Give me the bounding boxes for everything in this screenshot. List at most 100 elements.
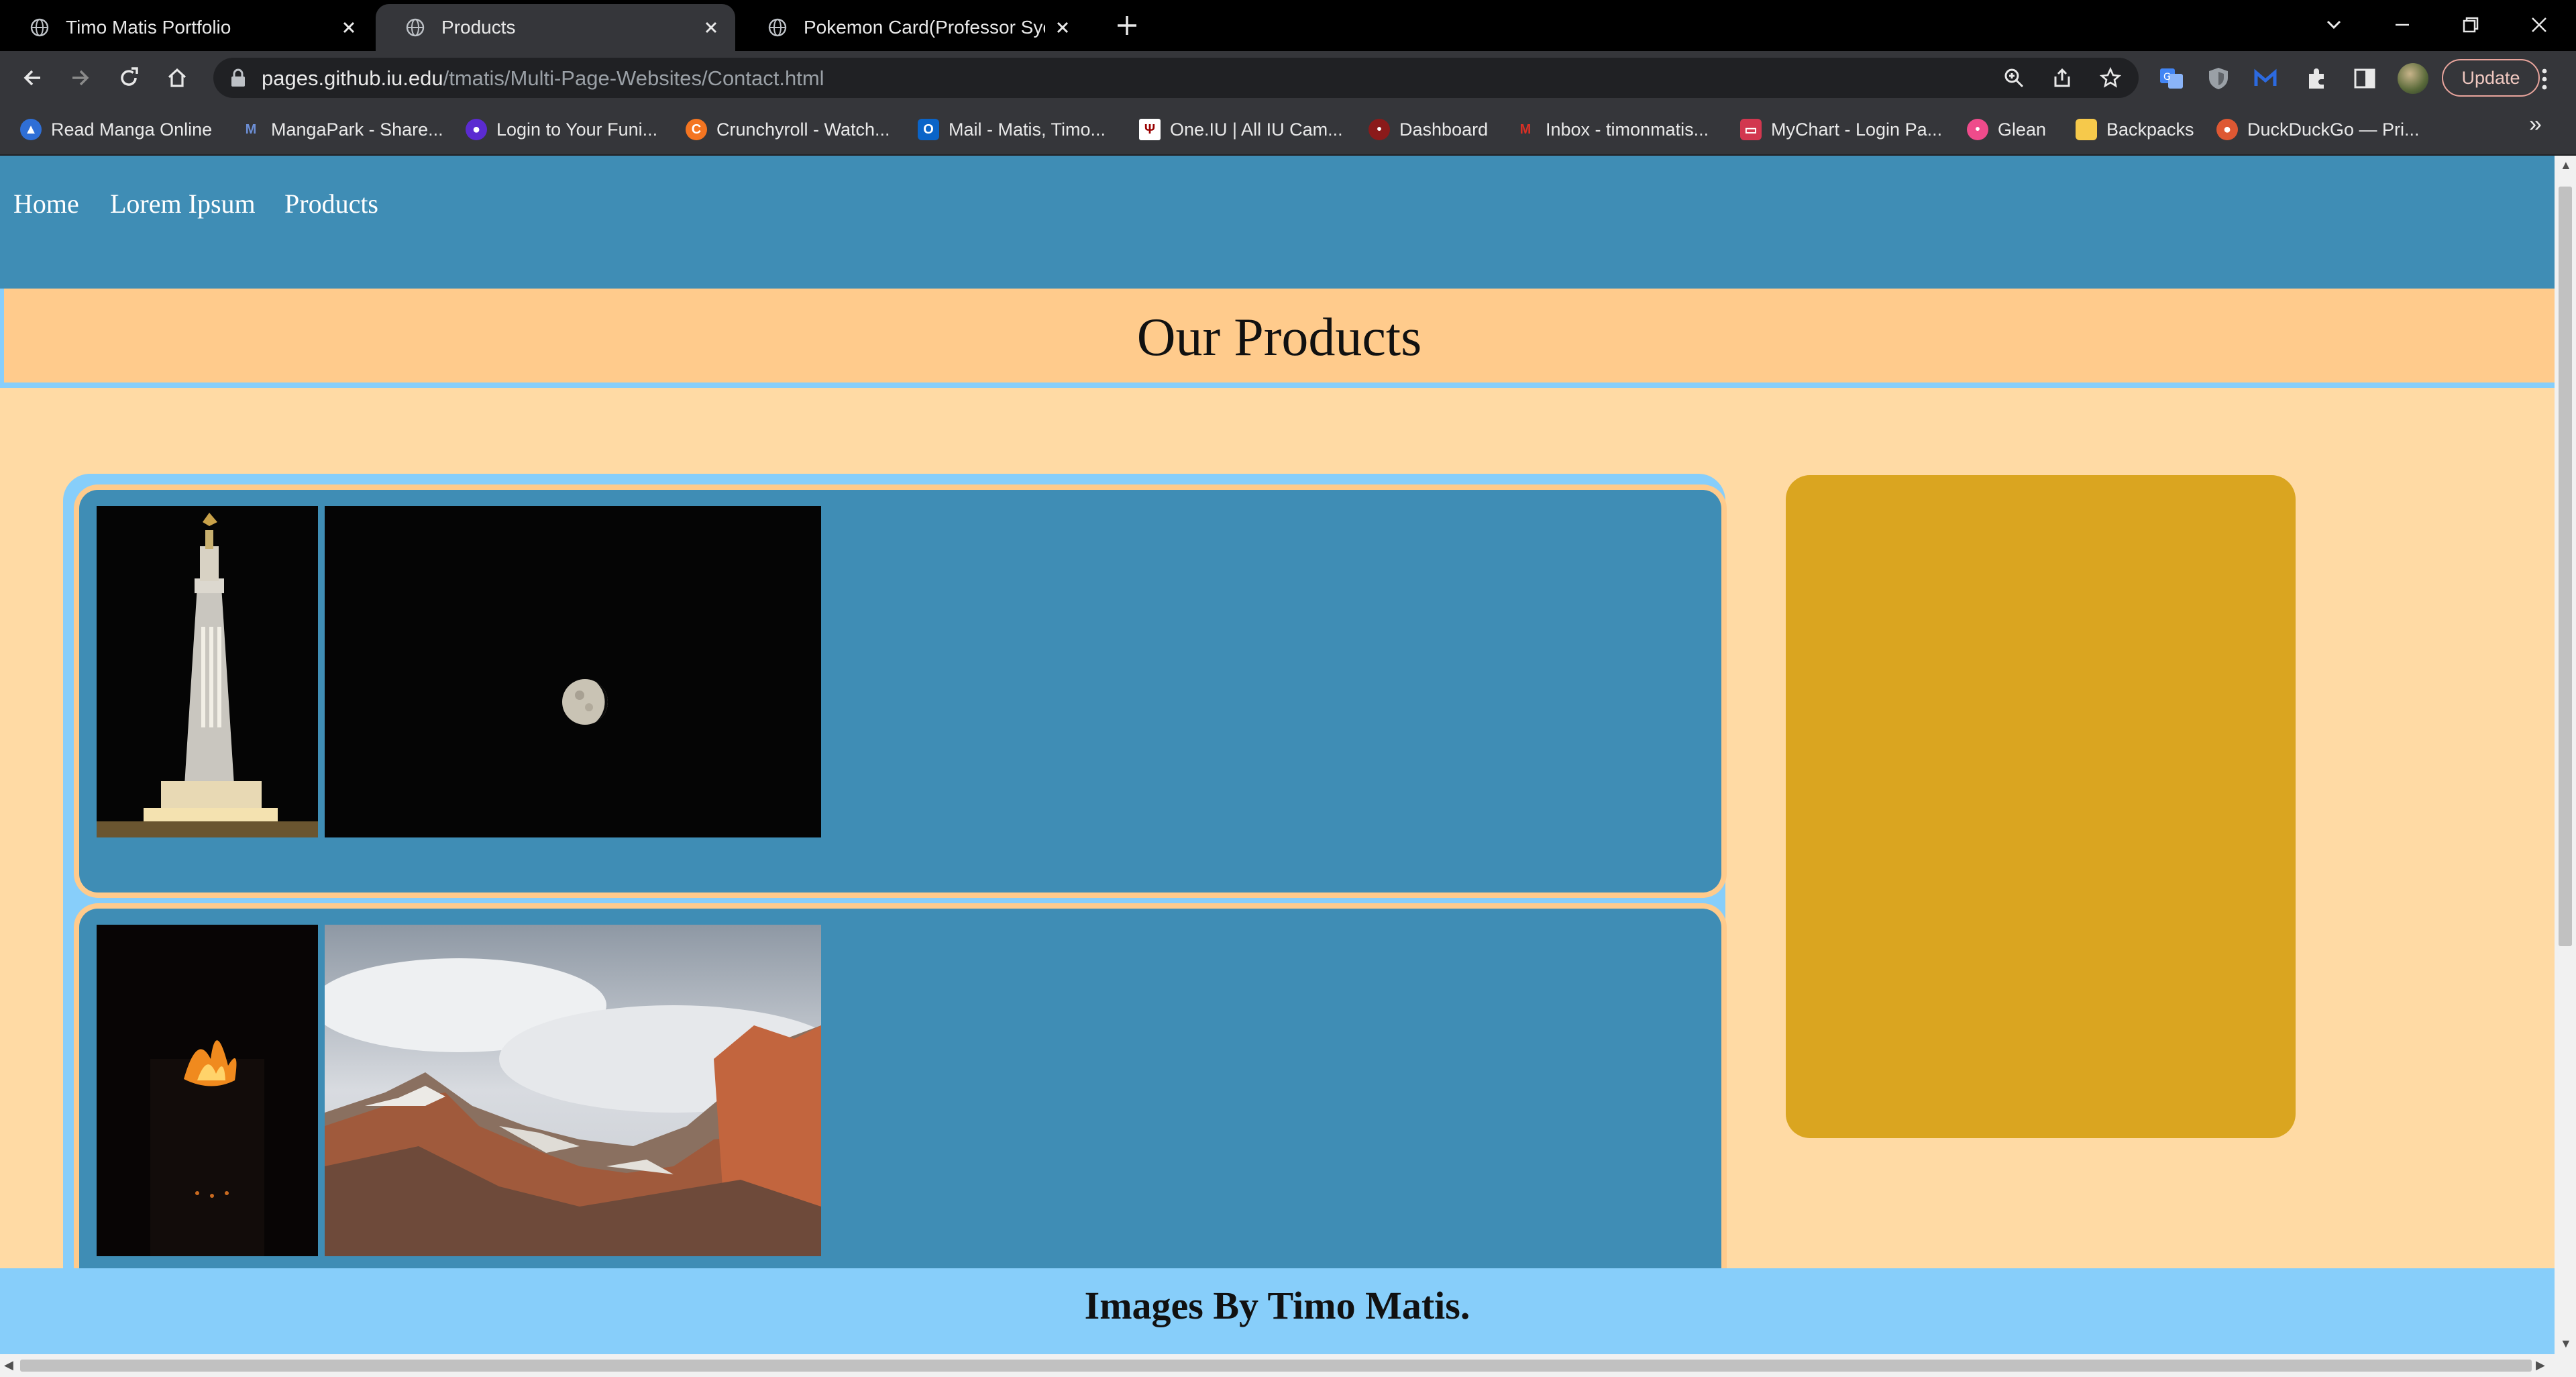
footer-credit: Images By Timo Matis.: [1084, 1284, 1470, 1327]
tab-title: Timo Matis Portfolio: [66, 17, 231, 38]
page-title: Our Products: [1136, 308, 1422, 367]
product-card: [79, 909, 1721, 1311]
tab-products[interactable]: Products: [376, 4, 735, 51]
close-icon[interactable]: [339, 18, 358, 37]
scroll-right-icon[interactable]: ▶: [2536, 1358, 2545, 1372]
vertical-scroll-thumb[interactable]: [2559, 187, 2572, 946]
site-navbar: Home Lorem Ipsum Products: [0, 156, 2555, 289]
folder-icon: [2076, 119, 2097, 140]
bookmark-label: Read Manga Online: [51, 119, 213, 140]
extensions-puzzle-icon[interactable]: [2304, 66, 2329, 91]
back-icon[interactable]: [16, 62, 48, 94]
bookmark-label: Inbox - timonmatis...: [1546, 119, 1709, 140]
bookmarks-overflow-icon[interactable]: »: [2529, 111, 2542, 138]
scroll-left-icon[interactable]: ◀: [4, 1358, 13, 1372]
campfire-photo[interactable]: [97, 925, 318, 1256]
home-icon[interactable]: [161, 62, 193, 94]
side-panel-icon[interactable]: [2352, 66, 2377, 91]
address-bar[interactable]: pages.github.iu.edu/tmatis/Multi-Page-We…: [213, 58, 2139, 98]
gmail-icon: M: [1519, 121, 1532, 137]
shield-extension-icon[interactable]: [2206, 66, 2231, 91]
page-viewport: Home Lorem Ipsum Products Our Products I…: [0, 156, 2555, 1354]
bookmark-read-manga[interactable]: ▲ Read Manga Online: [20, 114, 212, 145]
bookmark-label: Crunchyroll - Watch...: [716, 119, 890, 140]
minimize-icon[interactable]: [2385, 8, 2419, 42]
svg-text:G: G: [2163, 72, 2171, 83]
bookmark-label: MyChart - Login Pa...: [1771, 119, 1943, 140]
tab-search-icon[interactable]: [2317, 8, 2351, 42]
page-heading-band: Our Products: [0, 289, 2555, 388]
nav-link-products[interactable]: Products: [284, 188, 378, 219]
scroll-down-icon[interactable]: ▼: [2560, 1337, 2572, 1351]
tab-title: Products: [441, 17, 516, 38]
bookmark-label: Mail - Matis, Timo...: [949, 119, 1106, 140]
moon-photo[interactable]: [325, 506, 821, 837]
bookmark-gmail[interactable]: M Inbox - timonmatis...: [1515, 114, 1709, 145]
bookmark-label: MangaPark - Share...: [271, 119, 443, 140]
products-container: [63, 474, 1725, 1354]
product-card: [79, 490, 1721, 892]
bookmark-mychart[interactable]: ▭ MyChart - Login Pa...: [1740, 114, 1942, 145]
url-host: pages.github.iu.edu: [262, 66, 443, 90]
mychart-icon: ▭: [1740, 119, 1762, 140]
crunchyroll-icon: C: [686, 119, 707, 140]
site-footer: Images By Timo Matis.: [0, 1268, 2555, 1354]
browser-toolbar: pages.github.iu.edu/tmatis/Multi-Page-We…: [0, 51, 2576, 105]
funimation-icon: ●: [466, 119, 487, 140]
close-icon[interactable]: [1053, 18, 1072, 37]
new-tab-icon[interactable]: [1114, 12, 1140, 39]
manga-icon: ▲: [20, 119, 42, 140]
vertical-scrollbar[interactable]: ▲ ▼: [2555, 156, 2576, 1354]
bookmark-label: Login to Your Funi...: [496, 119, 658, 140]
bookmark-glean[interactable]: • Glean: [1967, 114, 2046, 145]
nav-link-lorem-ipsum[interactable]: Lorem Ipsum: [110, 188, 256, 219]
update-button[interactable]: Update: [2442, 59, 2540, 97]
share-icon[interactable]: [2051, 67, 2073, 89]
zoom-icon[interactable]: [2003, 67, 2025, 89]
bookmark-backpacks[interactable]: Backpacks: [2076, 114, 2194, 145]
restore-icon[interactable]: [2454, 8, 2487, 42]
malwarebytes-extension-icon[interactable]: [2253, 66, 2278, 91]
bookmark-mangapark[interactable]: M MangaPark - Share...: [240, 114, 443, 145]
duckduckgo-icon: ●: [2216, 119, 2238, 140]
tab-title: Pokemon Card(Professor Sycamore: [804, 17, 1045, 38]
tab-timo-portfolio[interactable]: Timo Matis Portfolio: [0, 4, 373, 51]
profile-avatar[interactable]: [2398, 63, 2428, 94]
temple-spire-photo[interactable]: [97, 506, 318, 837]
dashboard-icon: •: [1368, 119, 1390, 140]
bookmark-label: Backpacks: [2106, 119, 2194, 140]
kebab-menu-icon[interactable]: [2534, 66, 2555, 93]
url-path: /tmatis/Multi-Page-Websites/Contact.html: [443, 66, 824, 90]
sidebar-panel: [1786, 475, 2296, 1138]
horizontal-scroll-thumb[interactable]: [20, 1360, 2532, 1372]
bookmark-label: Glean: [1998, 119, 2047, 140]
reload-icon[interactable]: [113, 62, 145, 94]
zion-canyon-photo[interactable]: [325, 925, 821, 1256]
close-window-icon[interactable]: [2522, 8, 2556, 42]
bookmark-one-iu[interactable]: Ψ One.IU | All IU Cam...: [1139, 114, 1343, 145]
scroll-up-icon[interactable]: ▲: [2560, 158, 2572, 172]
bookmarks-bar: ▲ Read Manga Online M MangaPark - Share...…: [0, 105, 2576, 156]
bookmark-label: Dashboard: [1399, 119, 1489, 140]
forward-icon[interactable]: [64, 62, 97, 94]
bookmark-crunchyroll[interactable]: C Crunchyroll - Watch...: [686, 114, 890, 145]
bookmark-label: DuckDuckGo — Pri...: [2247, 119, 2420, 140]
url-text: pages.github.iu.edu/tmatis/Multi-Page-We…: [262, 66, 824, 91]
iu-icon: Ψ: [1139, 119, 1161, 140]
close-icon[interactable]: [702, 18, 720, 37]
nav-link-home[interactable]: Home: [13, 188, 79, 219]
translate-extension-icon[interactable]: G: [2159, 66, 2184, 91]
tab-bar: Timo Matis Portfolio Products Pokemon Ca…: [0, 0, 2576, 51]
globe-icon: [30, 18, 49, 37]
tab-pokemon-card[interactable]: Pokemon Card(Professor Sycamore: [738, 4, 1087, 51]
outlook-icon: O: [918, 119, 939, 140]
bookmark-funimation[interactable]: ● Login to Your Funi...: [466, 114, 657, 145]
bookmark-duckduckgo[interactable]: ● DuckDuckGo — Pri...: [2216, 114, 2420, 145]
lock-icon[interactable]: [229, 68, 247, 87]
bookmark-mail[interactable]: O Mail - Matis, Timo...: [918, 114, 1106, 145]
globe-icon: [406, 18, 425, 37]
globe-icon: [768, 18, 787, 37]
bookmark-dashboard[interactable]: • Dashboard: [1368, 114, 1488, 145]
star-icon[interactable]: [2100, 67, 2121, 89]
horizontal-scrollbar[interactable]: ◀ ▶: [0, 1354, 2576, 1377]
